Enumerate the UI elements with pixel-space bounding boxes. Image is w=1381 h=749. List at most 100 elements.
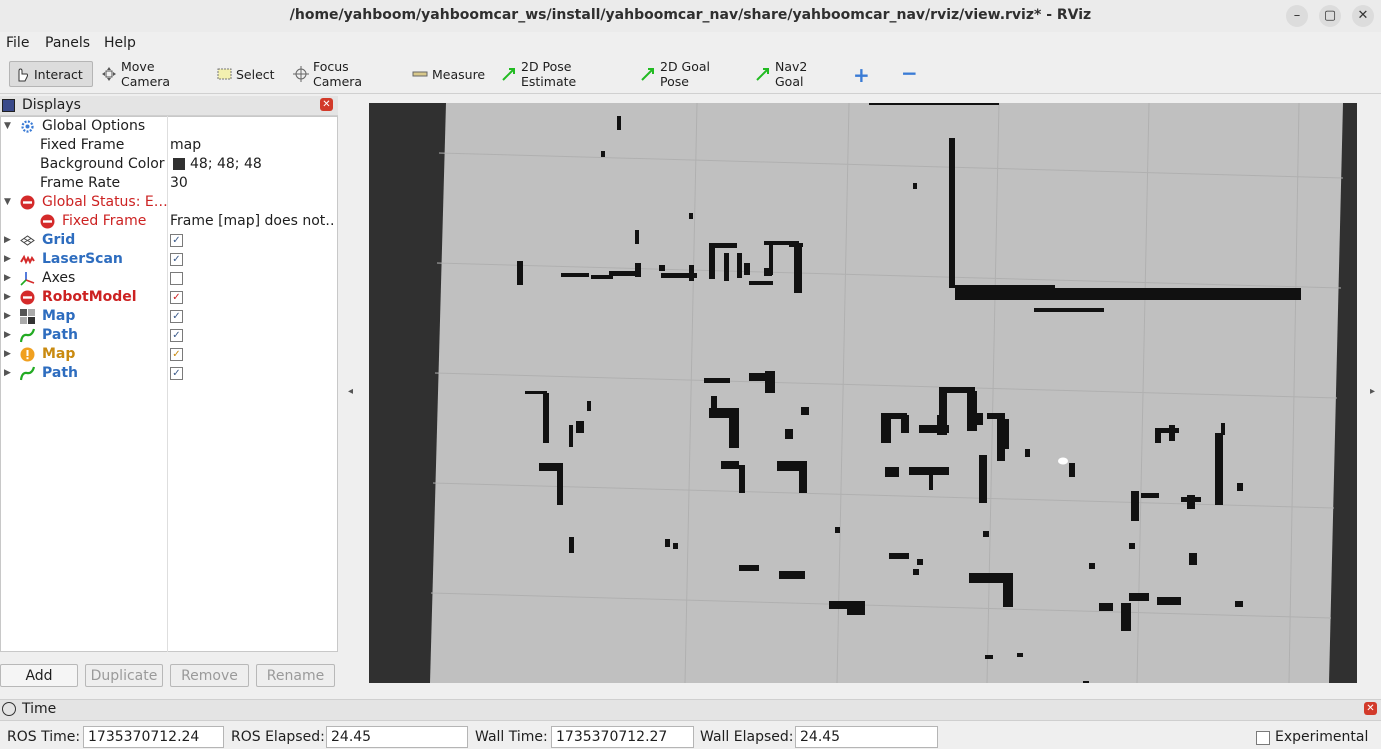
obstacle-cell — [1129, 593, 1149, 601]
close-window-button[interactable]: ✕ — [1352, 5, 1374, 27]
robotmodel-checkbox[interactable]: ✓ — [170, 291, 183, 304]
tree-row-frame-rate[interactable]: Frame Rate 30 — [0, 174, 336, 193]
map-free-area — [430, 103, 1343, 683]
tree-row-global-status[interactable]: ▼ Global Status: E… — [0, 193, 336, 212]
expand-arrow-icon[interactable]: ▶ — [4, 250, 11, 269]
tree-row-map-2[interactable]: ▶ Map ✓ — [0, 345, 336, 364]
wall-elapsed-field[interactable]: 24.45 — [795, 726, 938, 748]
fixed-frame-value[interactable]: map — [170, 136, 335, 155]
expand-arrow-icon[interactable]: ▶ — [4, 307, 11, 326]
row-label: Global Options — [42, 118, 146, 134]
wall-time-field[interactable]: 1735370712.27 — [551, 726, 694, 748]
collapse-arrow-icon[interactable]: ▼ — [4, 193, 11, 212]
ros-time-field[interactable]: 1735370712.24 — [83, 726, 224, 748]
tree-row-fixed-frame-status[interactable]: Fixed Frame Frame [map] does not… — [0, 212, 336, 231]
tree-row-grid[interactable]: ▶ Grid ✓ — [0, 231, 336, 250]
time-panel-header — [0, 699, 1381, 721]
tool-interact[interactable]: Interact — [9, 61, 93, 87]
experimental-checkbox[interactable] — [1256, 731, 1270, 745]
rename-display-button[interactable]: Rename — [256, 664, 335, 687]
grid-checkbox[interactable]: ✓ — [170, 234, 183, 247]
tool-select-label: Select — [236, 66, 275, 82]
obstacle-cell — [881, 413, 891, 443]
obstacle-cell — [737, 253, 742, 278]
select-box-icon — [216, 66, 232, 82]
expand-arrow-icon[interactable]: ▶ — [4, 364, 11, 383]
tree-row-laserscan[interactable]: ▶ LaserScan ✓ — [0, 250, 336, 269]
remove-display-button[interactable]: Remove — [170, 664, 249, 687]
map-2-checkbox[interactable]: ✓ — [170, 348, 183, 361]
path-checkbox[interactable]: ✓ — [170, 329, 183, 342]
expand-arrow-icon[interactable]: ▶ — [4, 288, 11, 307]
maximize-button[interactable]: ▢ — [1319, 5, 1341, 27]
tool-2d-goal-pose-label: 2D Goal Pose — [660, 59, 711, 89]
collapse-right-arrow-icon[interactable]: ▸ — [1370, 386, 1375, 397]
tree-row-robotmodel[interactable]: ▶ RobotModel ✓ — [0, 288, 336, 307]
fixed-frame-status-value: Frame [map] does not… — [170, 213, 335, 229]
tree-row-axes[interactable]: ▶ Axes — [0, 269, 336, 288]
expand-arrow-icon[interactable]: ▶ — [4, 231, 11, 250]
close-displays-panel-button[interactable]: ✕ — [320, 98, 333, 111]
add-display-button[interactable]: Add — [0, 664, 78, 687]
tree-row-fixed-frame[interactable]: Fixed Frame map — [0, 136, 336, 155]
obstacle-cell — [569, 537, 574, 553]
tree-row-path-2[interactable]: ▶ Path ✓ — [0, 364, 336, 383]
ros-elapsed-label: ROS Elapsed: — [231, 729, 325, 745]
obstacle-cell — [739, 565, 759, 571]
tool-nav2-goal[interactable]: Nav2 Goal — [751, 59, 835, 89]
obstacle-cell — [949, 138, 955, 148]
path-2-checkbox[interactable]: ✓ — [170, 367, 183, 380]
tree-row-global-options[interactable]: ▼ Global Options — [0, 117, 336, 136]
menu-file[interactable]: File — [6, 35, 29, 51]
row-label: Global Status: E… — [42, 194, 168, 210]
clock-icon — [2, 702, 16, 716]
obstacle-cell — [635, 263, 641, 277]
tool-focus-camera[interactable]: Focus Camera — [289, 59, 393, 89]
tool-2d-goal-pose[interactable]: 2D Goal Pose — [636, 59, 736, 89]
obstacle-cell — [835, 527, 840, 533]
obstacle-cell — [955, 285, 1055, 289]
minimize-button[interactable]: – — [1286, 5, 1308, 27]
tool-select[interactable]: Select — [212, 61, 275, 87]
error-icon — [40, 214, 55, 229]
remove-tool-button[interactable]: − — [901, 61, 918, 85]
add-tool-button[interactable]: + — [853, 63, 870, 87]
green-arrow-icon — [755, 66, 771, 82]
menu-panels[interactable]: Panels — [45, 35, 90, 51]
obstacle-cell — [939, 387, 947, 423]
duplicate-display-button[interactable]: Duplicate — [85, 664, 163, 687]
collapse-left-arrow-icon[interactable]: ◂ — [348, 386, 353, 397]
collapse-arrow-icon[interactable]: ▼ — [4, 117, 11, 136]
obstacle-cell — [979, 455, 987, 503]
background-color-value[interactable]: 48; 48; 48 — [190, 155, 355, 174]
obstacle-cell — [576, 421, 584, 433]
ros-elapsed-field[interactable]: 24.45 — [326, 726, 468, 748]
tool-measure[interactable]: Measure — [408, 61, 485, 87]
expand-arrow-icon[interactable]: ▶ — [4, 269, 11, 288]
obstacle-cell — [704, 378, 730, 383]
menu-help[interactable]: Help — [104, 35, 136, 51]
tree-row-background-color[interactable]: Background Color 48; 48; 48 — [0, 155, 336, 174]
obstacle-cell — [1003, 573, 1013, 607]
obstacle-cell — [885, 467, 899, 477]
row-label: Path — [42, 365, 78, 381]
color-swatch[interactable] — [173, 158, 185, 170]
map-checkbox[interactable]: ✓ — [170, 310, 183, 323]
occupancy-map-view — [430, 103, 1344, 683]
axes-checkbox[interactable] — [170, 272, 183, 285]
robot-marker — [1058, 457, 1068, 465]
laserscan-checkbox[interactable]: ✓ — [170, 253, 183, 266]
frame-rate-value[interactable]: 30 — [170, 174, 335, 193]
tool-move-camera[interactable]: Move Camera — [97, 59, 197, 89]
obstacle-cell — [689, 213, 693, 219]
tree-row-path[interactable]: ▶ Path ✓ — [0, 326, 336, 345]
render-viewport[interactable] — [369, 103, 1357, 683]
tool-2d-pose-estimate[interactable]: 2D Pose Estimate — [497, 59, 621, 89]
expand-arrow-icon[interactable]: ▶ — [4, 345, 11, 364]
tree-row-map[interactable]: ▶ Map ✓ — [0, 307, 336, 326]
obstacle-cell — [1089, 563, 1095, 569]
obstacle-cell — [794, 245, 802, 293]
obstacle-cell — [889, 553, 909, 559]
close-time-panel-button[interactable]: ✕ — [1364, 702, 1377, 715]
expand-arrow-icon[interactable]: ▶ — [4, 326, 11, 345]
